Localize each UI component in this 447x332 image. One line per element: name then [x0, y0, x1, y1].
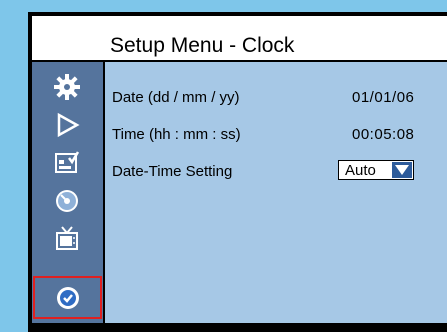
sidebar-item-tv[interactable]: [32, 220, 103, 258]
time-label: Time (hh : mm : ss): [112, 126, 241, 143]
clock-icon: [57, 287, 79, 309]
time-value[interactable]: 00:05:08: [352, 126, 414, 143]
dropdown-value: Auto: [345, 162, 376, 179]
picture-icon: [55, 151, 80, 173]
tv-icon: [56, 226, 78, 250]
chevron-down-icon: [395, 165, 409, 175]
datetime-setting-dropdown[interactable]: Auto: [338, 160, 414, 180]
gear-icon: [54, 74, 80, 100]
date-label: Date (dd / mm / yy): [112, 89, 240, 106]
sidebar-item-general[interactable]: [32, 68, 103, 106]
datetime-setting-label: Date-Time Setting: [112, 163, 233, 180]
sidebar-item-picture[interactable]: [32, 144, 103, 182]
sidebar-item-clock[interactable]: [33, 276, 102, 319]
page-title: Setup Menu - Clock: [110, 34, 295, 57]
dropdown-arrow[interactable]: [392, 162, 412, 178]
date-value[interactable]: 01/01/06: [352, 89, 414, 106]
sidebar-item-playback[interactable]: [32, 106, 103, 144]
disc-icon: [56, 190, 78, 212]
play-icon: [57, 112, 80, 138]
sidebar-item-disc[interactable]: [32, 182, 103, 220]
